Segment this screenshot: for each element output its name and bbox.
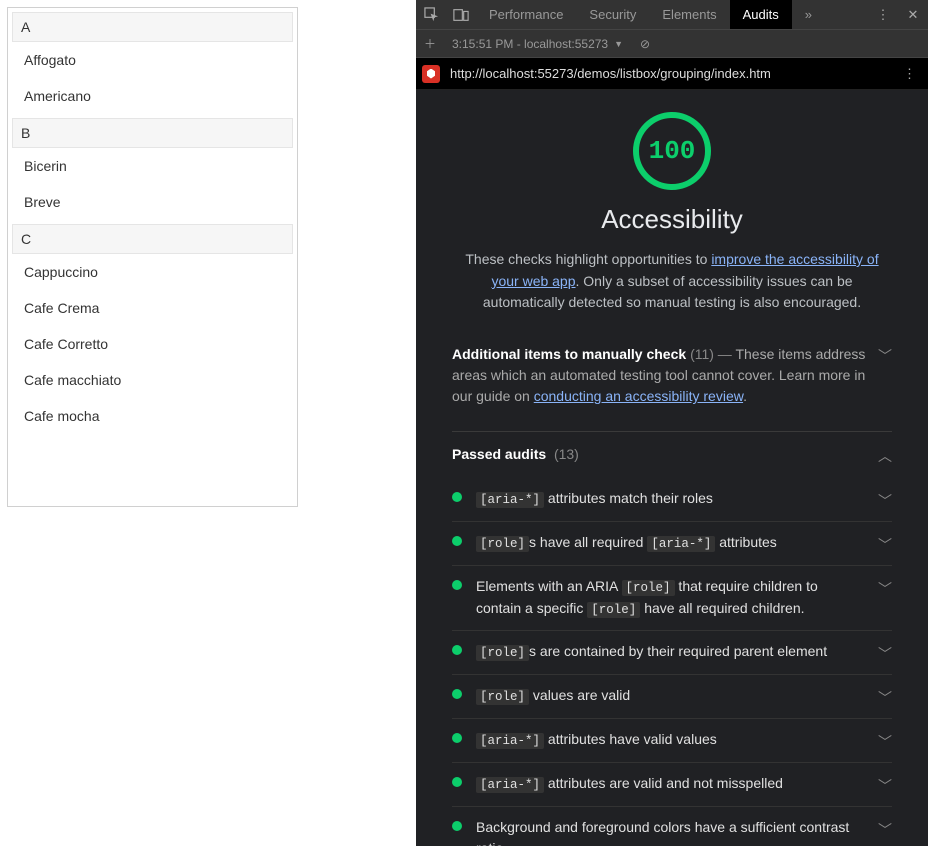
chevron-down-icon: ﹀ xyxy=(878,732,892,752)
group-header: C xyxy=(12,224,293,254)
passed-audits-list: [aria-*] attributes match their roles﹀[r… xyxy=(452,478,892,846)
audits-toolbar: ＋ 3:15:51 PM - localhost:55273 ▼ ⊘ xyxy=(416,30,928,58)
pass-dot-icon xyxy=(452,536,462,546)
group-header: B xyxy=(12,118,293,148)
group-header: A xyxy=(12,12,293,42)
audit-text: [role]s are contained by their required … xyxy=(476,641,864,663)
score-value: 100 xyxy=(649,136,696,166)
audit-text: [role]s have all required [aria-*] attri… xyxy=(476,532,864,554)
audit-url-menu-icon[interactable]: ⋮ xyxy=(897,66,922,82)
manual-checks-title: Additional items to manually check xyxy=(452,346,686,362)
tab-security[interactable]: Security xyxy=(576,0,649,29)
tab-elements[interactable]: Elements xyxy=(649,0,729,29)
inspect-icon[interactable] xyxy=(416,0,446,29)
audit-text: Elements with an ARIA [role] that requir… xyxy=(476,576,864,620)
devtools-panel: PerformanceSecurityElementsAudits » ⋮ ✕ … xyxy=(416,0,928,846)
audit-text: [role] values are valid xyxy=(476,685,864,707)
pass-dot-icon xyxy=(452,645,462,655)
audit-url-bar: http://localhost:55273/demos/listbox/gro… xyxy=(416,58,928,90)
list-item[interactable]: Cafe Corretto xyxy=(12,326,293,362)
list-item[interactable]: Cafe mocha xyxy=(12,398,293,434)
audit-session-selector[interactable]: 3:15:51 PM - localhost:55273 ▼ xyxy=(444,37,631,51)
lighthouse-icon xyxy=(422,65,440,83)
chevron-down-icon: ﹀ xyxy=(878,644,892,664)
audit-text: Background and foreground colors have a … xyxy=(476,817,864,846)
passed-audits-count-value: (13) xyxy=(554,446,579,462)
chevron-up-icon: ︿ xyxy=(878,446,892,466)
manual-checks-count: (11) xyxy=(690,346,714,362)
audit-row[interactable]: [role]s are contained by their required … xyxy=(452,631,892,675)
accessibility-review-link[interactable]: conducting an accessibility review xyxy=(534,388,743,404)
chevron-down-icon: ﹀ xyxy=(878,579,892,599)
dash: — xyxy=(714,346,736,362)
chevron-down-icon: ﹀ xyxy=(878,535,892,555)
audit-row[interactable]: Elements with an ARIA [role] that requir… xyxy=(452,566,892,631)
dropdown-icon: ▼ xyxy=(614,39,623,49)
pass-dot-icon xyxy=(452,689,462,699)
chevron-down-icon: ﹀ xyxy=(878,491,892,511)
pass-dot-icon xyxy=(452,580,462,590)
devtools-tabbar: PerformanceSecurityElementsAudits » ⋮ ✕ xyxy=(416,0,928,30)
coffee-listbox[interactable]: AAffogatoAmericano BBicerinBreve CCappucci… xyxy=(7,7,298,507)
manual-checks-section[interactable]: Additional items to manually check (11) … xyxy=(452,340,892,411)
tabs-overflow-button[interactable]: » xyxy=(792,0,825,29)
audit-report: 100 Accessibility These checks highlight… xyxy=(416,90,928,846)
audit-text: [aria-*] attributes have valid values xyxy=(476,729,864,751)
list-item[interactable]: Affogato xyxy=(12,42,293,78)
audit-row[interactable]: [aria-*] attributes are valid and not mi… xyxy=(452,763,892,807)
audit-row[interactable]: [role]s have all required [aria-*] attri… xyxy=(452,522,892,566)
clear-audit-button[interactable]: ⊘ xyxy=(631,37,659,51)
list-item[interactable]: Cappuccino xyxy=(12,254,293,290)
audit-row[interactable]: [aria-*] attributes match their roles ﹀ xyxy=(452,478,892,522)
audit-text: [aria-*] attributes match their roles xyxy=(476,488,864,510)
passed-audits-title: Passed audits xyxy=(452,446,546,462)
new-audit-button[interactable]: ＋ xyxy=(416,35,444,52)
audit-row[interactable]: [aria-*] attributes have valid values ﹀ xyxy=(452,719,892,763)
listbox-panel: AAffogatoAmericano BBicerinBreve CCappucci… xyxy=(0,0,305,846)
tab-performance[interactable]: Performance xyxy=(476,0,576,29)
score-gauge: 100 Accessibility These checks highlight… xyxy=(452,112,892,314)
pass-dot-icon xyxy=(452,777,462,787)
audit-session-label: 3:15:51 PM - localhost:55273 xyxy=(452,37,608,51)
devtools-tabs: PerformanceSecurityElementsAudits xyxy=(476,0,792,29)
chevron-down-icon: ﹀ xyxy=(878,820,892,840)
list-item[interactable]: Bicerin xyxy=(12,148,293,184)
report-title: Accessibility xyxy=(452,204,892,235)
chevron-down-icon: ﹀ xyxy=(878,346,892,366)
audit-row[interactable]: [role] values are valid ﹀ xyxy=(452,675,892,719)
audit-text: [aria-*] attributes are valid and not mi… xyxy=(476,773,864,795)
chevron-down-icon: ﹀ xyxy=(878,776,892,796)
tab-audits[interactable]: Audits xyxy=(730,0,792,29)
devtools-menu-icon[interactable]: ⋮ xyxy=(868,0,898,29)
device-icon[interactable] xyxy=(446,0,476,29)
report-description: These checks highlight opportunities to … xyxy=(452,249,892,314)
audit-row[interactable]: Background and foreground colors have a … xyxy=(452,807,892,846)
list-item[interactable]: Breve xyxy=(12,184,293,220)
passed-audits-section[interactable]: Passed audits (13) ︿ xyxy=(452,440,892,470)
chevron-down-icon: ﹀ xyxy=(878,688,892,708)
pass-dot-icon xyxy=(452,821,462,831)
report-desc-text: These checks highlight opportunities to xyxy=(465,251,711,267)
audit-url: http://localhost:55273/demos/listbox/gro… xyxy=(450,66,887,81)
list-item[interactable]: Cafe macchiato xyxy=(12,362,293,398)
pass-dot-icon xyxy=(452,492,462,502)
period: . xyxy=(743,388,747,404)
devtools-close-icon[interactable]: ✕ xyxy=(898,0,928,29)
pass-dot-icon xyxy=(452,733,462,743)
list-item[interactable]: Cafe Crema xyxy=(12,290,293,326)
list-item[interactable]: Americano xyxy=(12,78,293,114)
